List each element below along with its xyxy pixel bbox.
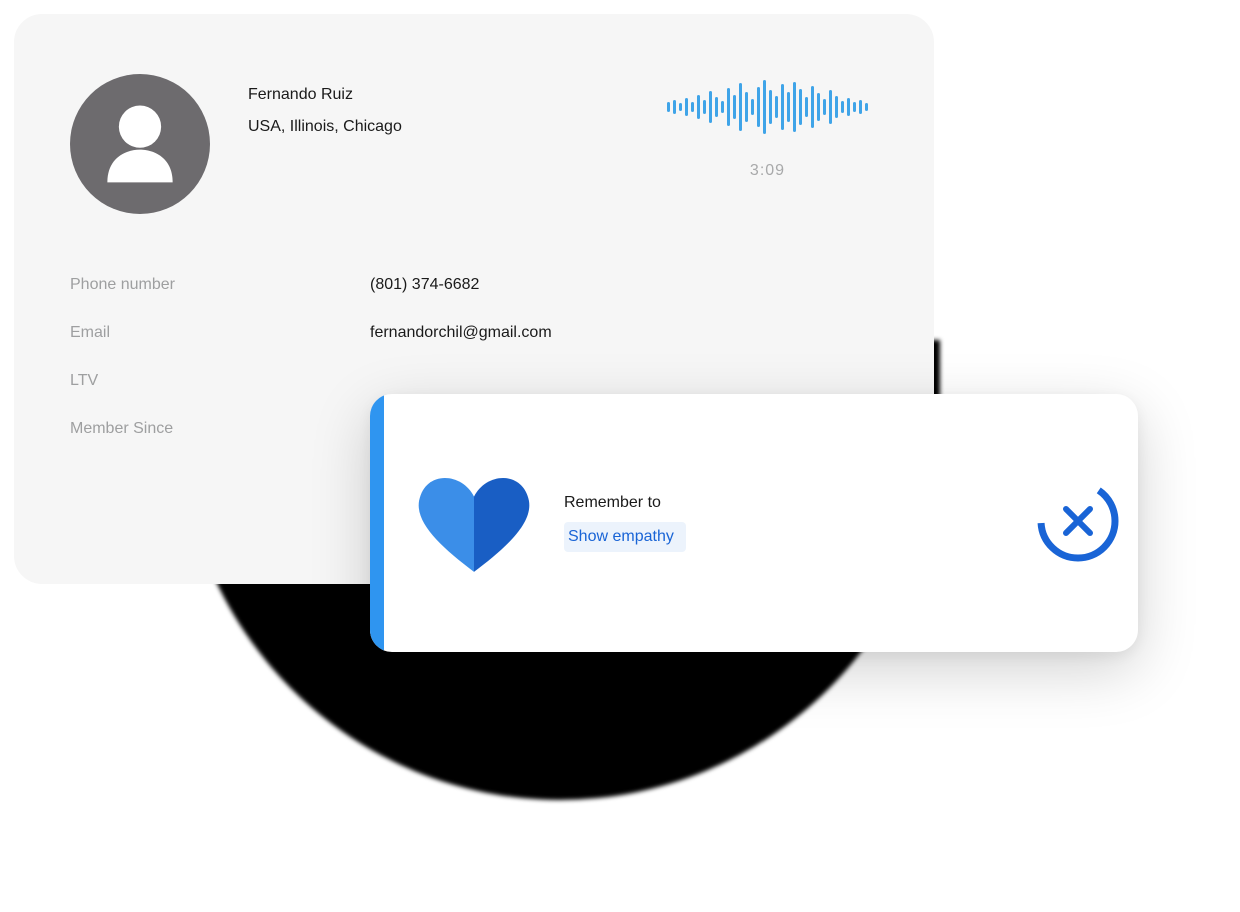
close-button[interactable]: [1018, 480, 1138, 567]
ltv-value: [370, 372, 878, 390]
email-value: fernandorchil@gmail.com: [370, 324, 878, 342]
phone-label: Phone number: [70, 276, 370, 294]
close-icon: [1037, 480, 1119, 567]
member-since-label: Member Since: [70, 420, 370, 438]
ltv-label: LTV: [70, 372, 370, 390]
toast-accent-bar: [370, 394, 384, 652]
heart-icon: [413, 466, 535, 581]
waveform-icon: [667, 78, 868, 136]
customer-header: Fernando Ruiz USA, Illinois, Chicago 3:0…: [70, 74, 878, 214]
customer-name: Fernando Ruiz: [248, 86, 402, 104]
phone-value: (801) 374-6682: [370, 276, 878, 294]
customer-location: USA, Illinois, Chicago: [248, 118, 402, 136]
email-label: Email: [70, 324, 370, 342]
toast-icon-wrap: [384, 466, 564, 581]
call-timer: 3:09: [750, 162, 785, 180]
call-indicator: 3:09: [667, 74, 878, 180]
user-icon: [92, 94, 188, 195]
toast-action-text: Show empathy: [564, 522, 686, 552]
toast-prompt-label: Remember to: [564, 494, 1018, 512]
customer-identity: Fernando Ruiz USA, Illinois, Chicago: [248, 74, 402, 136]
avatar: [70, 74, 210, 214]
empathy-toast: Remember to Show empathy: [370, 394, 1138, 652]
toast-text: Remember to Show empathy: [564, 494, 1018, 552]
